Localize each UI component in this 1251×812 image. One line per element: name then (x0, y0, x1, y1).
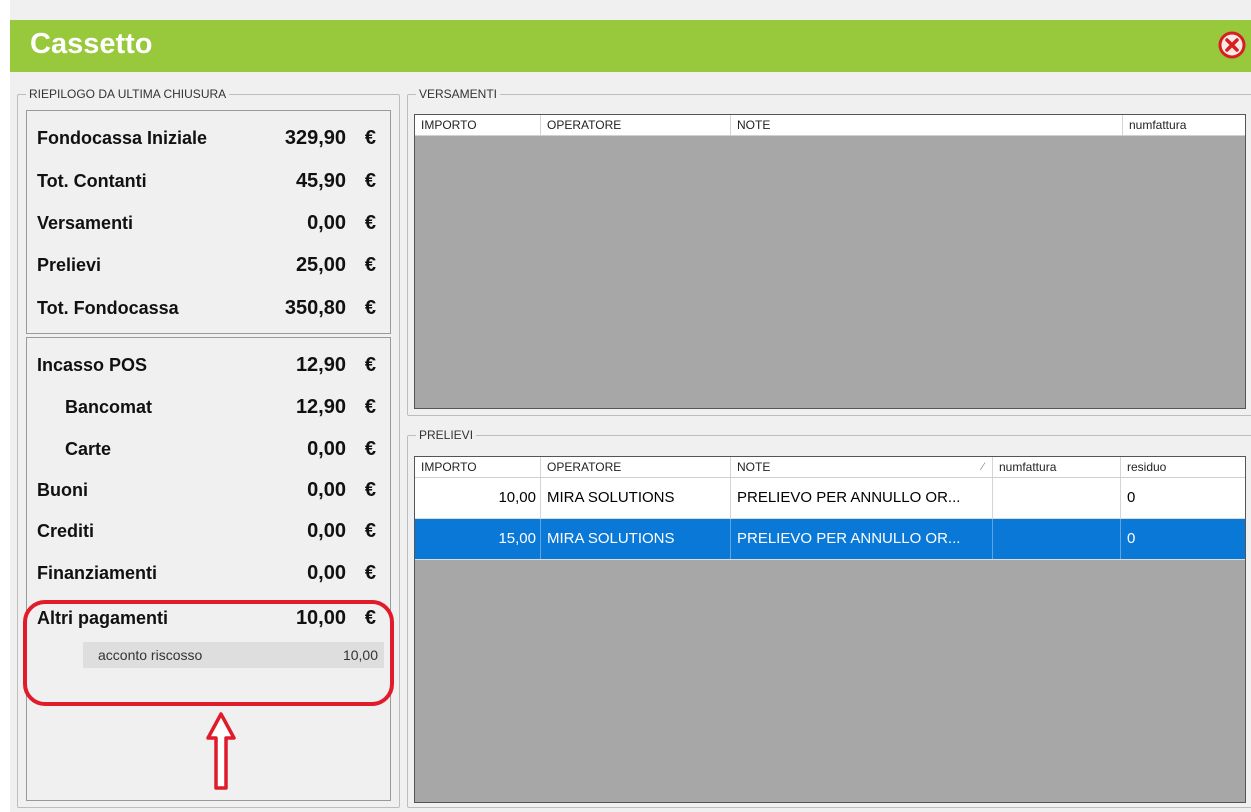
highlight-outline (23, 600, 394, 706)
summary-value: 350,80 (284, 297, 346, 319)
summary-label: Crediti (37, 521, 95, 541)
currency-symbol: € (364, 479, 376, 501)
cell-numfattura (993, 478, 1121, 518)
summary-value: 0,00 (307, 438, 346, 460)
summary-row-finanziamenti: Finanziamenti 0,00 € (37, 556, 390, 590)
table-row-selected[interactable]: 15,00 MIRA SOLUTIONS PRELIEVO PER ANNULL… (415, 519, 1245, 560)
summary-value: 0,00 (307, 562, 346, 584)
column-header-operatore[interactable]: OPERATORE (541, 115, 731, 135)
up-arrow-icon (206, 712, 236, 790)
summary-value: 0,00 (307, 479, 346, 501)
prelievi-group: PRELIEVI IMPORTO OPERATORE NOTE ⁄ numfat… (407, 428, 1251, 808)
currency-symbol: € (364, 520, 376, 542)
summary-row-tot-contanti: Tot. Contanti 45,90 € (37, 164, 390, 198)
title-bar: Cassetto (10, 20, 1251, 72)
summary-value: 25,00 (295, 254, 346, 276)
summary-row-versamenti: Versamenti 0,00 € (37, 206, 390, 240)
cell-residuo: 0 (1127, 489, 1136, 506)
summary-label: Tot. Contanti (37, 171, 147, 191)
versamenti-group: VERSAMENTI IMPORTO OPERATORE NOTE numfat… (407, 87, 1251, 416)
summary-row-carte: Carte 0,00 € (37, 432, 390, 466)
background-edge (0, 0, 10, 812)
currency-symbol: € (364, 297, 376, 319)
summary-label: Finanziamenti (37, 563, 158, 583)
column-header-note[interactable]: NOTE (731, 115, 1123, 135)
summary-label: Fondocassa Iniziale (37, 128, 208, 148)
currency-symbol: € (364, 170, 376, 192)
summary-value: 45,90 (295, 170, 346, 192)
summary-label: Prelievi (37, 255, 102, 275)
column-header-note-label: NOTE (737, 460, 771, 474)
currency-symbol: € (364, 396, 376, 418)
summary-row-fondocassa-iniziale: Fondocassa Iniziale 329,90 € (37, 121, 390, 155)
summary-value: 329,90 (284, 127, 346, 149)
prelievi-grid[interactable]: IMPORTO OPERATORE NOTE ⁄ numfattura resi… (414, 456, 1246, 803)
summary-row-prelievi: Prelievi 25,00 € (37, 248, 390, 282)
prelievi-grid-header: IMPORTO OPERATORE NOTE ⁄ numfattura resi… (415, 457, 1245, 478)
column-header-numfattura[interactable]: numfattura (1123, 115, 1245, 135)
summary-row-tot-fondocassa: Tot. Fondocassa 350,80 € (37, 291, 390, 325)
cell-note: PRELIEVO PER ANNULLO OR... (731, 519, 993, 559)
prelievi-group-label: PRELIEVI (416, 428, 477, 442)
summary-label: Carte (65, 439, 112, 459)
versamenti-group-label: VERSAMENTI (416, 87, 501, 101)
currency-symbol: € (364, 562, 376, 584)
summary-label: Incasso POS (37, 355, 148, 375)
cell-note: PRELIEVO PER ANNULLO OR... (731, 478, 993, 518)
column-header-importo[interactable]: IMPORTO (415, 457, 541, 477)
summary-row-buoni: Buoni 0,00 € (37, 473, 390, 507)
summary-top-panel: Fondocassa Iniziale 329,90 € Tot. Contan… (26, 110, 391, 334)
versamenti-grid-header: IMPORTO OPERATORE NOTE numfattura (415, 115, 1245, 136)
currency-symbol: € (364, 354, 376, 376)
column-header-residuo[interactable]: residuo (1121, 457, 1245, 477)
window-title: Cassetto (30, 28, 153, 60)
summary-label: Buoni (37, 480, 88, 500)
close-circle-icon[interactable] (1217, 30, 1247, 60)
summary-value: 12,90 (295, 396, 346, 418)
currency-symbol: € (364, 127, 376, 149)
currency-symbol: € (364, 438, 376, 460)
cell-importo: 10,00 (415, 478, 541, 518)
cell-operatore: MIRA SOLUTIONS (541, 478, 731, 518)
summary-value: 0,00 (307, 212, 346, 234)
cassetto-window: Cassetto RIEPILOGO DA ULTIMA CHIUSURA Fo… (10, 0, 1251, 812)
summary-row-crediti: Crediti 0,00 € (37, 514, 390, 548)
column-header-operatore[interactable]: OPERATORE (541, 457, 731, 477)
column-header-numfattura[interactable]: numfattura (993, 457, 1121, 477)
table-row[interactable]: 10,00 MIRA SOLUTIONS PRELIEVO PER ANNULL… (415, 478, 1245, 519)
cell-importo: 15,00 (415, 519, 541, 559)
currency-symbol: € (364, 254, 376, 276)
summary-row-bancomat: Bancomat 12,90 € (37, 390, 390, 424)
versamenti-grid[interactable]: IMPORTO OPERATORE NOTE numfattura (414, 114, 1246, 409)
summary-row-incasso-pos: Incasso POS 12,90 € (37, 348, 390, 382)
summary-label: Bancomat (65, 397, 153, 417)
cell-numfattura (993, 519, 1121, 559)
summary-value: 0,00 (307, 520, 346, 542)
column-header-note[interactable]: NOTE ⁄ (731, 457, 993, 477)
summary-label: Tot. Fondocassa (37, 298, 179, 318)
summary-label: Versamenti (37, 213, 134, 233)
summary-group-label: RIEPILOGO DA ULTIMA CHIUSURA (26, 87, 230, 101)
cell-residuo: 0 (1127, 530, 1136, 547)
currency-symbol: € (364, 212, 376, 234)
column-header-importo[interactable]: IMPORTO (415, 115, 541, 135)
summary-value: 12,90 (295, 354, 346, 376)
cell-operatore: MIRA SOLUTIONS (541, 519, 731, 559)
sort-indicator-icon: ⁄ (982, 461, 984, 473)
